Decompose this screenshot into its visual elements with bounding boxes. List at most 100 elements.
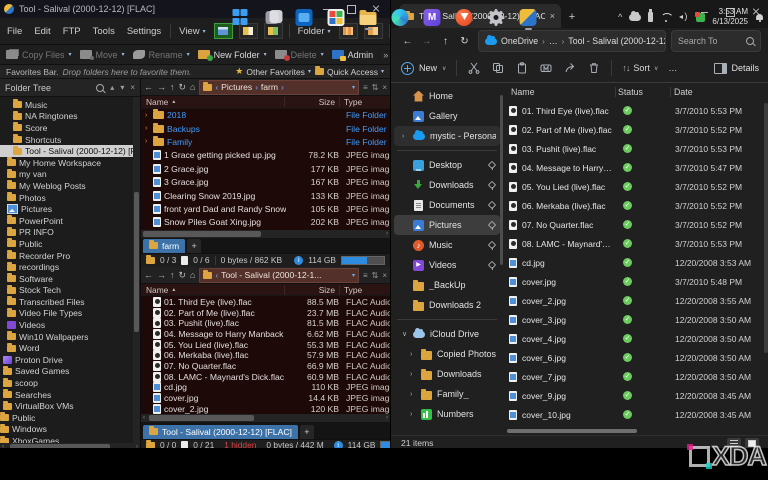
explorer-vertical-scrollbar[interactable] <box>764 103 768 353</box>
sidebar-item-family[interactable]: › Family_ <box>394 384 500 404</box>
sidebar-item-downloads[interactable]: › Downloads <box>394 364 500 384</box>
sidebar-item-icloud-drive[interactable]: ∨ iCloud Drive <box>394 324 500 344</box>
tree-item-powerpoint[interactable]: PowerPoint <box>0 215 140 227</box>
tree-item-transcribed-files[interactable]: Transcribed Files <box>0 296 140 308</box>
file-row-snow-piles-goat-xing-jpg[interactable]: Snow Piles Goat Xing.jpg 202 KB JPEG image <box>141 216 390 229</box>
new-tab-button[interactable]: + <box>299 424 314 439</box>
close-pane-icon[interactable]: × <box>382 271 387 280</box>
close-tab-icon[interactable]: × <box>550 11 555 21</box>
file-row-cover-7-jpg[interactable]: cover_7.jpg 12/20/2008 3:50 AM <box>503 367 768 386</box>
copy-files-button[interactable]: Copy Files ▾ <box>6 50 72 60</box>
file-row-family[interactable]: › Family File Folder <box>141 135 390 148</box>
tree-item-recordings[interactable]: recordings <box>0 261 140 273</box>
back-icon[interactable]: ← <box>399 36 416 47</box>
refresh-icon[interactable]: ↻ <box>179 82 187 93</box>
up-icon[interactable]: ↑ <box>170 270 175 280</box>
sidebar-item-downloads[interactable]: Downloads <box>394 175 500 195</box>
file-row-05-you-lied-live-flac[interactable]: 05. You Lied (live).flac 55.3 MB FLAC Audi… <box>141 339 390 350</box>
file-row-3-grace-jpg[interactable]: 3 Grace.jpg 167 KB JPEG image <box>141 175 390 188</box>
column-type[interactable]: Type <box>340 285 390 295</box>
breadcrumb-segment-pictures[interactable]: Pictures <box>221 82 252 92</box>
expander-icon[interactable]: › <box>410 391 416 398</box>
breadcrumb-dropdown-icon[interactable]: ▾ <box>352 272 355 279</box>
file-row-04-message-to-harry-manback-ii-flac[interactable]: 04. Message to Harry Manback II.flac 6.62… <box>141 328 390 340</box>
info-icon[interactable]: i <box>333 440 343 448</box>
menu-settings[interactable]: Settings <box>124 26 164 37</box>
menu-tools[interactable]: Tools <box>90 26 118 37</box>
sidebar-item-home[interactable]: Home <box>394 86 500 106</box>
up-icon[interactable]: ↑ <box>437 36 454 47</box>
view-menu[interactable]: View ▾ <box>177 26 207 37</box>
tree-item-video-file-types[interactable]: Video File Types <box>0 307 140 320</box>
sidebar-item-pictures[interactable]: Pictures <box>394 215 500 235</box>
expander-icon[interactable]: › <box>410 371 416 378</box>
tree-item-word[interactable]: Word <box>0 342 140 354</box>
swap-panes-icon[interactable]: ⇅ <box>372 83 379 92</box>
taskbar-clock[interactable]: 3:53 AM 6/13/2025 <box>712 7 748 27</box>
expand-icon[interactable]: › <box>145 138 150 145</box>
split-view-icon[interactable]: ≡ <box>363 271 368 280</box>
tree-item-my-van[interactable]: my van <box>0 168 140 181</box>
brave-taskbar-icon[interactable] <box>451 3 478 31</box>
tree-item-pictures[interactable]: Pictures <box>0 203 140 215</box>
onedrive-tray-icon[interactable] <box>629 10 642 21</box>
up-icon[interactable]: ↑ <box>170 82 175 92</box>
tree-item-searches[interactable]: Searches <box>0 389 140 401</box>
tree-item-na-ringtones[interactable]: NA Ringtones <box>0 110 140 123</box>
notifications-bell-icon[interactable] <box>755 13 764 22</box>
wifi-icon[interactable] <box>660 13 672 22</box>
new-tab-button[interactable]: + <box>187 238 202 253</box>
move-button[interactable]: Move ▾ <box>79 50 125 60</box>
new-tab-button[interactable]: + <box>561 6 583 28</box>
file-row-cover-jpg[interactable]: cover.jpg 14.4 KB JPEG image <box>141 393 390 404</box>
bottom-breadcrumb[interactable]: ‹ Tool - Salival (2000-12-1... ▾ <box>199 267 359 283</box>
expand-icon[interactable]: › <box>145 112 150 119</box>
file-row-1-grace-getting-picked-up-jpg[interactable]: 1 Grace getting picked up.jpg 78.2 KB JPEG… <box>141 149 390 162</box>
sidebar-item-documents[interactable]: Documents <box>394 195 500 215</box>
close-tree-icon[interactable]: × <box>130 83 135 92</box>
delete-button[interactable]: Delete ▾ <box>274 50 324 61</box>
outlook-taskbar-icon[interactable] <box>291 3 318 31</box>
tree-item-tool-salival-2000-12-12-flac[interactable]: Tool - Salival (2000-12-12) [FLAC] <box>0 145 140 157</box>
tree-vertical-scrollbar[interactable] <box>133 97 140 443</box>
file-row-cover-2-jpg[interactable]: cover_2.jpg 120 KB JPEG image <box>141 403 390 414</box>
breadcrumb-segment-item[interactable]: … <box>549 36 558 46</box>
sidebar-item-desktop[interactable]: Desktop <box>394 155 500 175</box>
home-icon[interactable]: ⌂ <box>190 270 195 280</box>
tree-item-photos[interactable]: Photos <box>0 192 140 204</box>
column-size[interactable]: Size <box>285 96 340 107</box>
swap-panes-icon[interactable]: ⇅ <box>372 271 379 280</box>
bottom-pane-horizontal-scrollbar[interactable]: ‹ › <box>141 414 390 423</box>
file-row-cd-jpg[interactable]: cd.jpg 110 KB JPEG image <box>141 382 390 393</box>
column-name[interactable]: Name <box>503 87 615 97</box>
menu-edit[interactable]: Edit <box>31 26 53 37</box>
tree-item-my-home-workspace[interactable]: My Home Workspace <box>0 157 140 169</box>
file-row-cover-10-jpg[interactable]: cover_10.jpg 12/20/2008 3:45 AM <box>503 405 768 424</box>
file-row-2018[interactable]: › 2018 File Folder <box>141 109 390 122</box>
file-row-06-merkaba-live-flac[interactable]: 06. Merkaba (live).flac 57.9 MB FLAC Audio… <box>141 350 390 361</box>
home-icon[interactable]: ⌂ <box>190 82 195 92</box>
tree-item-stock-tech[interactable]: Stock Tech <box>0 284 140 297</box>
quick-access-button[interactable]: Quick Access ▾ <box>314 66 384 77</box>
tree-item-public[interactable]: Public <box>0 412 140 424</box>
file-row-02-part-of-me-live-flac[interactable]: 02. Part of Me (live).flac 23.7 MB FLAC Au… <box>141 307 390 318</box>
tree-item-my-weblog-posts[interactable]: My Weblog Posts <box>0 180 140 192</box>
tree-item-public[interactable]: Public <box>0 238 140 250</box>
collapse-tree-icon[interactable]: ▴ <box>110 83 114 92</box>
tree-item-scoop[interactable]: scoop <box>0 377 140 389</box>
file-row-cover-jpg[interactable]: cover.jpg 3/7/2010 5:48 PM <box>503 272 768 291</box>
info-icon[interactable]: i <box>294 255 304 265</box>
rename-button[interactable] <box>539 62 553 74</box>
file-row-cover-9-jpg[interactable]: cover_9.jpg 12/20/2008 3:45 AM <box>503 386 768 405</box>
explorer-horizontal-scrollbar[interactable] <box>507 429 637 433</box>
split-view-icon[interactable]: ≡ <box>363 83 368 92</box>
sidebar-item-backup[interactable]: _BackUp <box>394 275 500 295</box>
share-button[interactable] <box>563 62 577 74</box>
file-row-cover-3-jpg[interactable]: cover_3.jpg 12/20/2008 3:50 AM <box>503 310 768 329</box>
copy-button[interactable] <box>491 62 505 74</box>
tree-item-recorder-pro[interactable]: Recorder Pro <box>0 250 140 262</box>
forward-icon[interactable]: → <box>418 36 435 47</box>
forward-icon[interactable]: → <box>157 270 166 280</box>
menu-file[interactable]: File <box>4 26 25 37</box>
file-row-2-grace-jpg[interactable]: 2 Grace.jpg 177 KB JPEG image <box>141 162 390 175</box>
